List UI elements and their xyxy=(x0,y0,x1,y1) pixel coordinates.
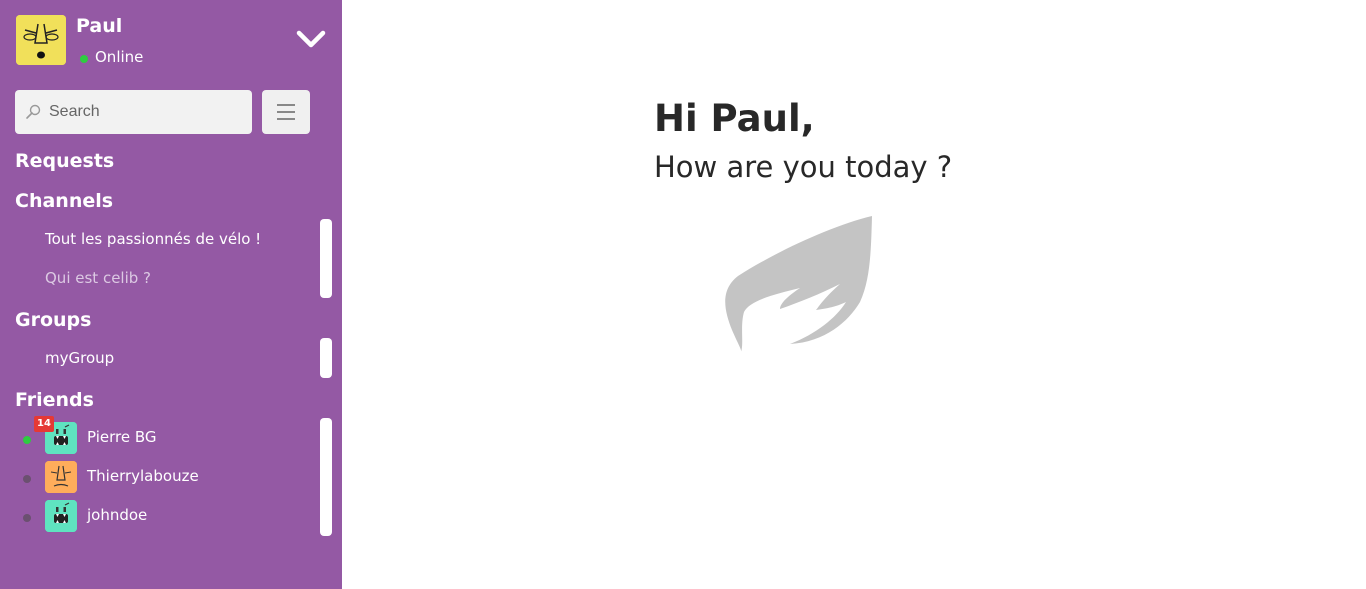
channel-item[interactable]: Tout les passionnés de vélo ! xyxy=(45,230,261,248)
friend-name: Thierrylabouze xyxy=(87,467,199,485)
friend-avatar xyxy=(45,500,77,532)
friend-name: johndoe xyxy=(87,506,148,524)
search-box xyxy=(15,90,252,134)
friend-item[interactable]: johndoe xyxy=(0,500,310,534)
menu-button[interactable] xyxy=(262,90,310,134)
channel-item[interactable]: Qui est celib ? xyxy=(45,269,151,287)
friend-item[interactable]: 14 Pierre BG xyxy=(0,416,310,456)
sidebar: Paul Online Requests Channels Tout les p… xyxy=(0,0,342,589)
friend-item[interactable]: Thierrylabouze xyxy=(0,461,310,495)
greeting-subtitle: How are you today ? xyxy=(654,150,953,184)
section-channels[interactable]: Channels xyxy=(15,190,113,212)
online-status-dot xyxy=(80,55,88,63)
unread-badge: 14 xyxy=(34,416,54,432)
friend-avatar xyxy=(45,461,77,493)
wing-icon xyxy=(725,216,872,352)
section-groups[interactable]: Groups xyxy=(15,309,91,331)
group-item[interactable]: myGroup xyxy=(45,349,114,367)
online-status-dot xyxy=(23,436,31,444)
face-icon xyxy=(45,461,77,493)
search-input[interactable] xyxy=(49,90,245,134)
monster-face-icon xyxy=(45,500,77,532)
friends-scrollbar[interactable] xyxy=(320,418,332,536)
search-icon xyxy=(26,104,41,119)
section-requests[interactable]: Requests xyxy=(15,150,114,172)
greeting-title: Hi Paul, xyxy=(654,97,815,140)
user-name: Paul xyxy=(76,15,123,37)
user-status: Online xyxy=(95,48,144,66)
groups-scrollbar[interactable] xyxy=(320,338,332,378)
chevron-down-icon[interactable] xyxy=(294,24,328,54)
section-friends[interactable]: Friends xyxy=(15,389,94,411)
face-icon xyxy=(16,15,66,65)
offline-status-dot xyxy=(23,475,31,483)
friend-name: Pierre BG xyxy=(87,428,157,446)
user-avatar[interactable] xyxy=(16,15,66,65)
channels-scrollbar[interactable] xyxy=(320,219,332,298)
offline-status-dot xyxy=(23,514,31,522)
